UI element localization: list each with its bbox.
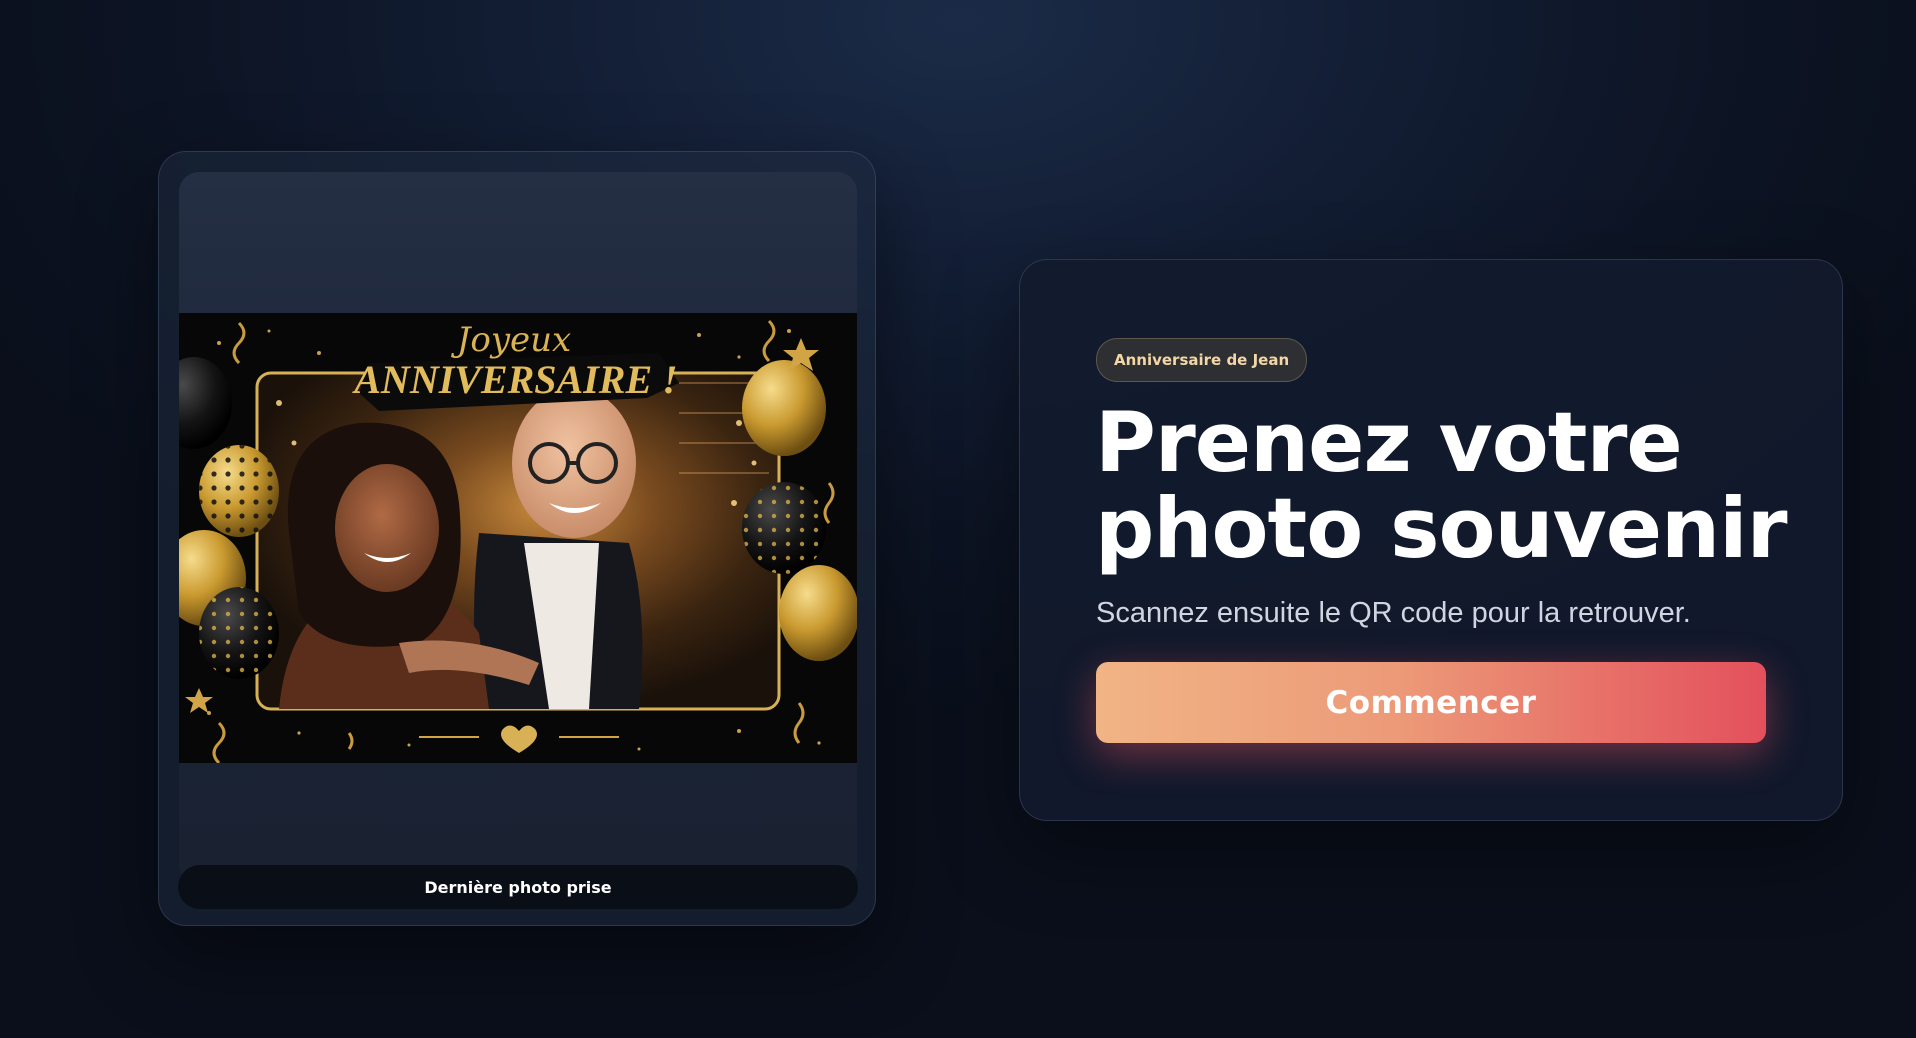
photo-overlay-title: ANNIVERSAIRE ! bbox=[351, 357, 677, 402]
photo-overlay-greeting: Joyeux bbox=[451, 320, 572, 360]
page-title-line2: photo souvenir bbox=[1095, 480, 1787, 577]
photo-preview-area: Joyeux ANNIVERSAIRE ! bbox=[179, 172, 857, 884]
instruction-text: Scannez ensuite le QR code pour la retro… bbox=[1096, 597, 1691, 629]
last-photo-caption: Dernière photo prise bbox=[178, 865, 858, 909]
last-photo-image: Joyeux ANNIVERSAIRE ! bbox=[179, 313, 857, 763]
welcome-card: Anniversaire de Jean Prenez votre photo … bbox=[1019, 259, 1843, 821]
start-button[interactable]: Commencer bbox=[1096, 662, 1766, 743]
page-title-line1: Prenez votre bbox=[1095, 394, 1683, 491]
page-title: Prenez votre photo souvenir bbox=[1095, 400, 1795, 572]
event-badge: Anniversaire de Jean bbox=[1096, 338, 1308, 382]
last-photo-card: Joyeux ANNIVERSAIRE ! Dernière photo pri… bbox=[158, 151, 876, 926]
